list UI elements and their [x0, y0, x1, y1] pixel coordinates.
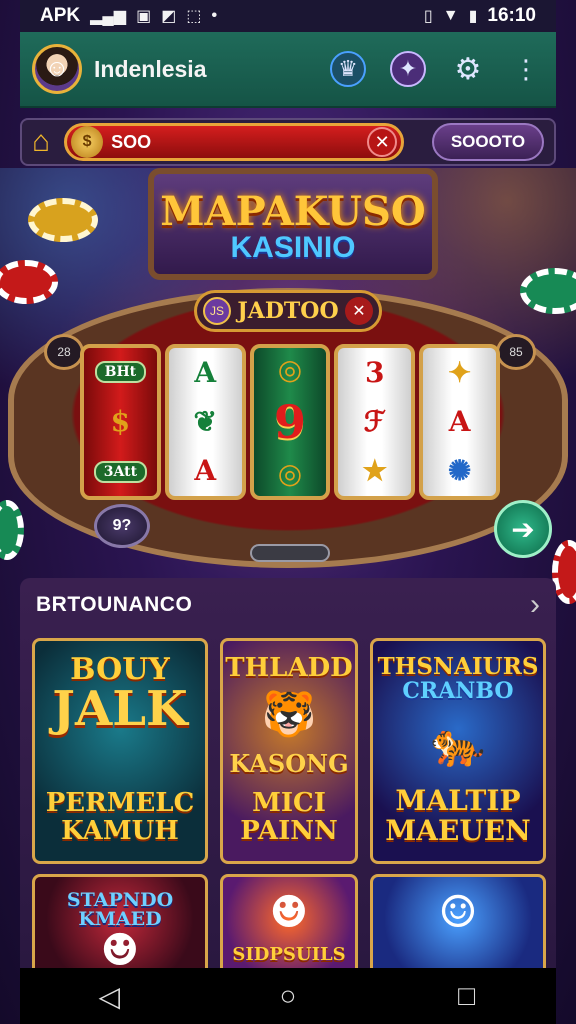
left-badge: 28 — [44, 334, 84, 370]
recents-icon[interactable]: □ — [437, 980, 497, 1012]
balance-bar: ⌂ $ SOO ✕ SOOOTO — [20, 118, 556, 166]
coin-slot — [250, 544, 330, 562]
game-tile-subtitle: MICI — [252, 788, 326, 819]
reel-3: ◎ 9 ◎ — [249, 344, 331, 500]
close-icon[interactable]: ✕ — [345, 297, 373, 325]
sim-icon: ▣ — [136, 8, 152, 25]
game-tile[interactable]: STAPNDO KMAED ☻ — [32, 874, 208, 968]
game-tile-subtitle: PERMELC — [45, 788, 195, 819]
app-header: ☺ Indenlesia ♛ ✦ ⚙ ⋮ — [20, 32, 556, 108]
game-tile-subtitle: KAMUH — [61, 815, 179, 846]
trophy-icon[interactable]: ♛ — [330, 51, 366, 87]
game-tile[interactable]: THSNAIURS CRANBO 🐅 MALTIP MAEUEN — [370, 638, 546, 864]
balance-value: SOO — [111, 131, 152, 152]
no-signal-icon: ◩ — [161, 8, 177, 25]
reels: BHt $ 3Att A ❦ A ◎ 9 ◎ 3 ℱ ★ ✦ A ✺ — [80, 344, 500, 500]
reel-5: ✦ A ✺ — [419, 344, 500, 500]
jackpot-badge: JS — [203, 297, 231, 325]
reel-2: A ❦ A — [164, 344, 246, 500]
game-tile-title-big: JALK — [52, 681, 188, 737]
games-panel: BRTOUNANCO › BOUY JALK PERMELC KAMUH THL… — [20, 578, 556, 968]
home-icon[interactable]: ⌂ — [32, 125, 50, 159]
person-icon: ☻ — [100, 925, 140, 969]
reel-symbol: 3 — [365, 355, 385, 389]
reel-symbol: ✦ — [447, 355, 472, 389]
right-badge: 85 — [496, 334, 536, 370]
avatar[interactable]: ☺ — [32, 44, 82, 94]
game-tile-subtitle: PAINN — [240, 815, 338, 846]
tiger-icon: 🐯 — [261, 689, 317, 741]
game-tile-title: STAPNDO KMAED — [66, 889, 174, 930]
jackpot-value: JADTOO — [237, 298, 339, 324]
game-tile-title: THLADD — [225, 653, 353, 683]
game-tile-title: THSNAIURS — [377, 653, 539, 680]
game-tile-mid: KASONG — [229, 749, 349, 779]
person-icon: ☻ — [269, 887, 309, 938]
games-grid: BOUY JALK PERMELC KAMUH THLADD 🐯 KASONG … — [20, 632, 556, 968]
reel-symbol: A — [448, 404, 471, 438]
chart-icon: ⬚ — [186, 8, 202, 25]
slot-machine-stage: MAPAKUSO KASINIO JS JADTOO ✕ 28 85 BHt $… — [0, 168, 576, 578]
carrier-label: APK — [40, 5, 81, 26]
dot-icon: • — [211, 7, 218, 24]
user-face-icon: ☺ — [44, 55, 70, 82]
battery-icon: ▮ — [468, 8, 478, 25]
home-nav-icon[interactable]: ○ — [258, 980, 318, 1012]
signal-icon: ▂▄▆ — [90, 8, 127, 25]
navigation-bar: ◁ ○ □ — [20, 968, 556, 1024]
reel-symbol: ✺ — [447, 454, 472, 488]
coin-icon: $ — [71, 126, 104, 158]
balance-field[interactable]: $ SOO ✕ — [64, 123, 405, 161]
game-tile[interactable]: ☻ SIDPSUILS — [220, 874, 358, 968]
game-tile[interactable]: BOUY JALK PERMELC KAMUH — [32, 638, 208, 864]
game-tile[interactable]: ☺ — [370, 874, 546, 968]
reel-symbol: ◎ — [277, 457, 303, 491]
reel-symbol: 9 — [273, 394, 306, 449]
balance-button[interactable]: SOOOTO — [432, 123, 544, 161]
reel-1: BHt $ 3Att — [80, 344, 161, 500]
spin-button[interactable]: ➔ — [494, 500, 552, 558]
machine-marquee: MAPAKUSO KASINIO — [148, 168, 438, 280]
game-tile-subtitle: MALTIP — [395, 784, 521, 818]
settings-icon[interactable]: ⚙ — [450, 51, 486, 87]
username: Indenlesia — [94, 55, 207, 82]
machine-title: MAPAKUSO — [160, 188, 426, 235]
reel-symbol: A — [194, 355, 217, 389]
jackpot-display: JS JADTOO ✕ — [194, 290, 382, 332]
machine-subtitle: KASINIO — [230, 231, 356, 264]
wifi-icon: ▼ — [442, 7, 459, 24]
status-bar: APK ▂▄▆ ▣ ◩ ⬚ • ▯ ▼ ▮ 16:10 — [20, 0, 556, 32]
game-tile-subtitle: SIDPSUILS — [232, 944, 346, 966]
person-icon: ☺ — [438, 887, 478, 938]
back-icon[interactable]: ◁ — [79, 980, 139, 1013]
reel-symbol: ❦ — [193, 404, 217, 438]
reel-symbol: A — [194, 454, 217, 488]
clock: 16:10 — [487, 5, 536, 26]
vibrate-icon: ▯ — [423, 8, 433, 25]
panel-title: BRTOUNANCO — [36, 593, 193, 616]
reel-symbol: ◎ — [277, 352, 303, 386]
target-icon[interactable]: ✦ — [390, 51, 426, 87]
reel-symbol: 3Att — [93, 461, 148, 484]
game-tile[interactable]: THLADD 🐯 KASONG MICI PAINN — [220, 638, 358, 864]
chevron-right-icon[interactable]: › — [530, 588, 540, 622]
status-left: APK ▂▄▆ ▣ ◩ ⬚ • — [40, 5, 217, 27]
more-icon[interactable]: ⋮ — [508, 51, 544, 87]
status-right: ▯ ▼ ▮ 16:10 — [424, 5, 536, 27]
tiger-icon: 🐅 — [430, 719, 486, 771]
panel-header[interactable]: BRTOUNANCO › — [20, 578, 556, 632]
reel-symbol: ★ — [362, 454, 388, 488]
close-icon[interactable]: ✕ — [367, 127, 398, 157]
reel-symbol: ℱ — [363, 404, 386, 438]
reel-symbol: $ — [110, 404, 131, 438]
reel-symbol: BHt — [94, 360, 147, 383]
reel-4: 3 ℱ ★ — [334, 344, 416, 500]
game-tile-subtitle: MAEUEN — [385, 813, 531, 847]
game-tile-mid: CRANBO — [402, 678, 514, 704]
arrow-right-icon: ➔ — [511, 513, 535, 545]
chip-icon — [28, 198, 98, 242]
bet-knob[interactable]: 9? — [94, 504, 150, 548]
